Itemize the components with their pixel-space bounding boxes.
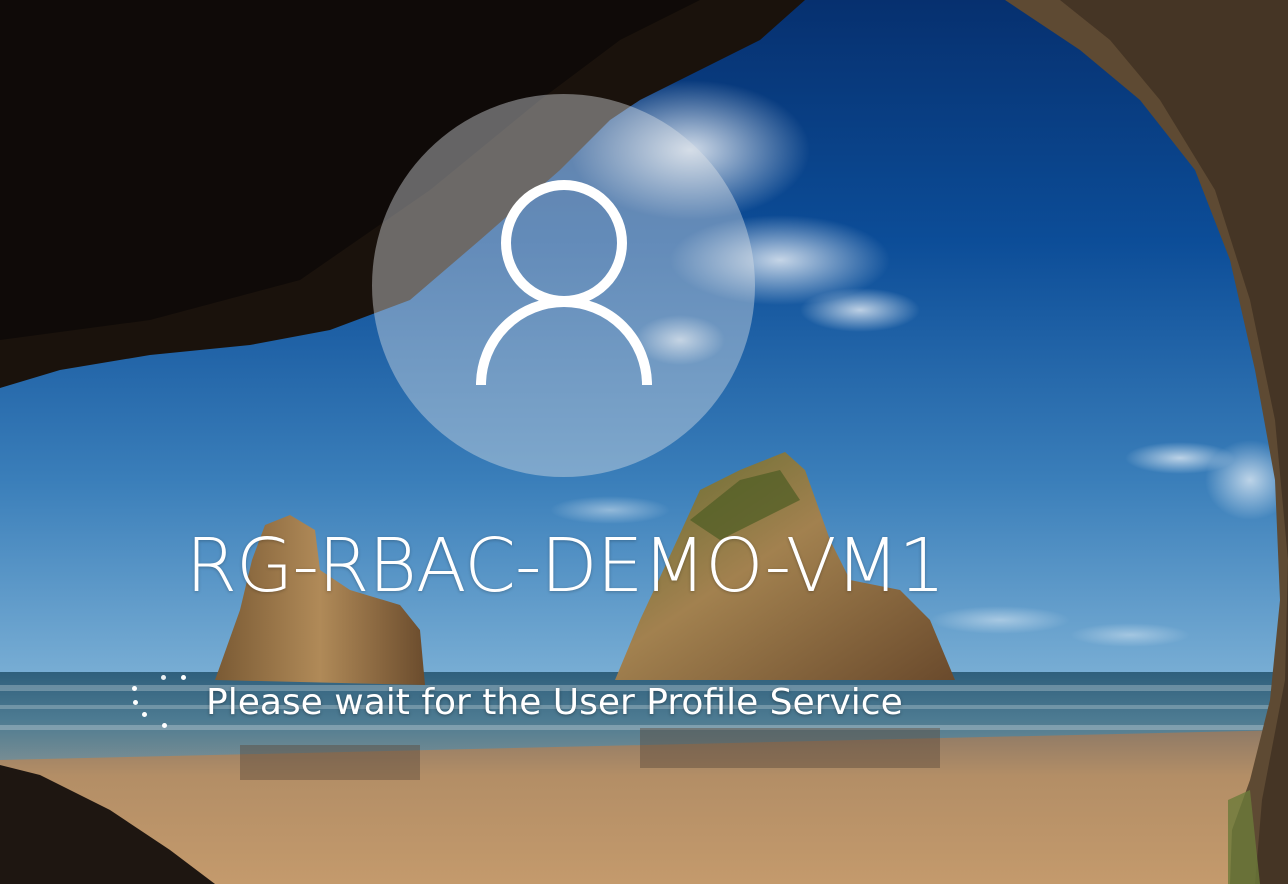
status-row: Please wait for the User Profile Service (126, 672, 903, 732)
windows-sign-in-screen: RG-RBAC-DEMO-VM1 Please wait for the Use… (0, 0, 1288, 884)
user-silhouette-icon (476, 180, 652, 386)
machine-name-label: RG-RBAC-DEMO-VM1 (185, 523, 946, 609)
loading-dots-icon (126, 672, 190, 732)
status-message: Please wait for the User Profile Service (206, 681, 903, 723)
user-avatar (372, 94, 755, 477)
